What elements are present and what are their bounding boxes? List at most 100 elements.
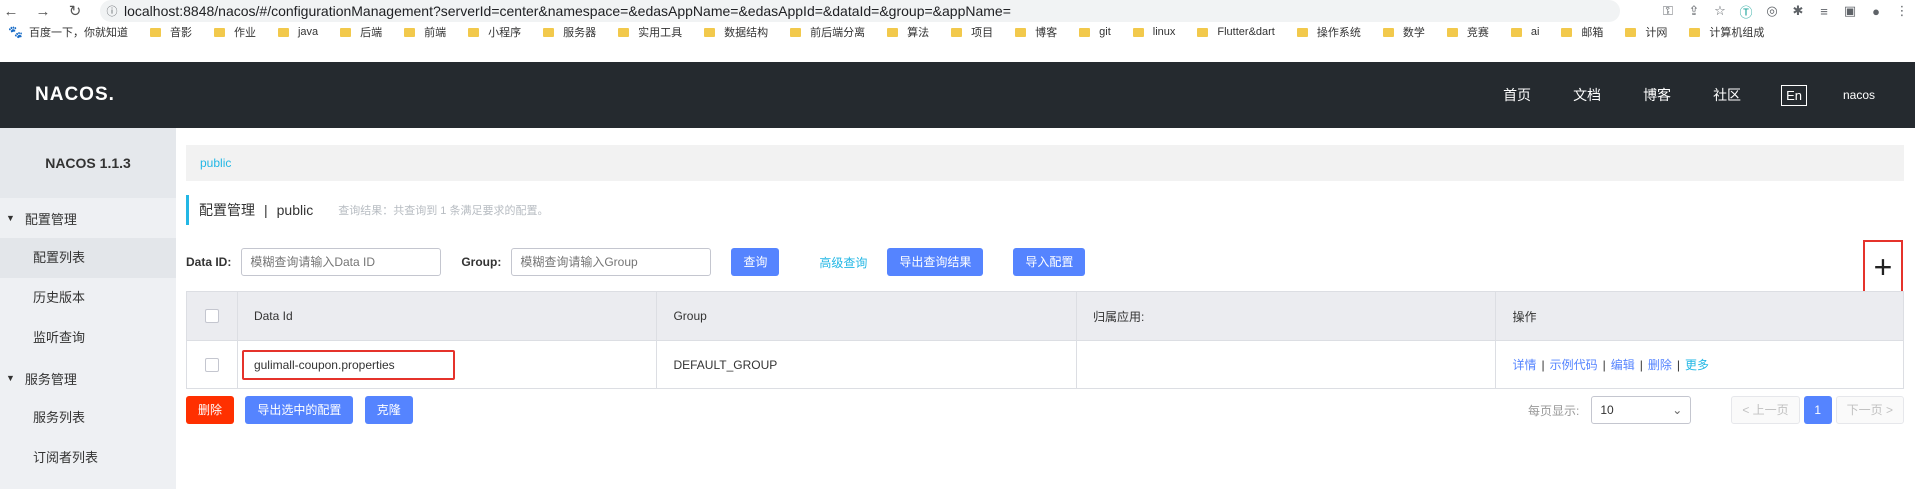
page-number-button[interactable]: 1 — [1803, 396, 1832, 424]
bookmark-item[interactable]: 操作系统 — [1296, 24, 1361, 40]
group-label: Group: — [461, 255, 502, 269]
bookmark-item[interactable]: 数学 — [1382, 24, 1425, 40]
bookmark-item[interactable]: 竞赛 — [1446, 24, 1489, 40]
export-selected-button[interactable]: 导出选中的配置 — [245, 396, 354, 424]
sidebar-item-history[interactable]: 历史版本 — [0, 278, 176, 318]
bookmark-item[interactable]: ai — [1510, 26, 1539, 38]
profile-avatar-icon[interactable]: ● — [1863, 4, 1889, 19]
dataid-input[interactable] — [241, 248, 442, 276]
folder-icon — [1079, 27, 1091, 37]
back-icon[interactable]: ← — [0, 0, 22, 22]
bookmark-item[interactable]: 作业 — [213, 24, 256, 40]
bookmark-label: 计算机组成 — [1709, 27, 1765, 39]
bookmark-item[interactable]: 🐾 百度一下，你就知道 — [0, 24, 128, 40]
select-all-checkbox[interactable] — [204, 309, 219, 323]
bookmark-label: linux — [1152, 26, 1176, 38]
export-results-button[interactable]: 导出查询结果 — [887, 248, 984, 276]
bookmark-label: 操作系统 — [1316, 27, 1361, 39]
bookmark-item[interactable]: Flutter&dart — [1197, 26, 1275, 38]
folder-icon — [1689, 27, 1701, 37]
star-icon[interactable]: ☆ — [1707, 3, 1733, 19]
namespace-tab[interactable]: public — [186, 145, 1904, 181]
op-sample-code-link[interactable]: 示例代码 — [1550, 356, 1598, 373]
bookmark-item[interactable]: 邮箱 — [1561, 24, 1603, 40]
bookmark-item[interactable]: 前后端分离 — [790, 24, 865, 40]
page-title-row: 配置管理 | public 查询结果：共查询到 1 条满足要求的配置。 — [186, 195, 548, 225]
folder-icon — [790, 27, 802, 37]
sidebar-group-service[interactable]: ▼ 服务管理 — [0, 358, 176, 398]
bookmark-item[interactable]: 实用工具 — [618, 24, 682, 40]
folder-icon — [149, 27, 161, 37]
bookmark-item[interactable]: 数据结构 — [704, 24, 768, 40]
app-header: NACOS. 首页 文档 博客 社区 En nacos — [0, 62, 1915, 128]
url-text[interactable]: localhost:8848/nacos/#/configurationMana… — [124, 3, 1011, 19]
prev-page-button[interactable]: < 上一页 — [1731, 396, 1800, 424]
op-separator: | — [1541, 357, 1545, 372]
bookmark-item[interactable]: 博客 — [1015, 24, 1057, 40]
sidebar-icon[interactable]: ▣ — [1837, 3, 1863, 19]
advanced-query-link[interactable]: 高级查询 — [819, 254, 867, 271]
sidebar-item-config-list[interactable]: 配置列表 — [0, 238, 176, 278]
bookmark-item[interactable]: 后端 — [340, 24, 382, 40]
bookmark-item[interactable]: 计网 — [1625, 24, 1667, 40]
table-header: Data Id Group 归属应用: 操作 — [187, 292, 1903, 340]
bookmark-item[interactable]: linux — [1132, 26, 1176, 38]
query-button[interactable]: 查询 — [731, 248, 780, 276]
nav-docs[interactable]: 文档 — [1573, 85, 1601, 105]
bookmark-item[interactable]: git — [1079, 26, 1111, 38]
nav-blog[interactable]: 博客 — [1643, 85, 1671, 105]
bookmark-item[interactable]: 音影 — [149, 24, 192, 40]
op-more-link[interactable]: 更多 — [1685, 356, 1709, 373]
sidebar-item-subscribers[interactable]: 订阅者列表 — [0, 438, 176, 478]
info-icon[interactable]: ⓘ — [100, 3, 124, 19]
bookmark-item[interactable]: 项目 — [951, 24, 993, 40]
bookmark-item[interactable]: 计算机组成 — [1689, 24, 1764, 40]
bookmark-item[interactable]: 算法 — [887, 24, 929, 40]
sidebar-title: NACOS 1.1.3 — [0, 128, 176, 198]
reload-icon[interactable]: ↻ — [64, 0, 86, 22]
sidebar-item-service-list[interactable]: 服务列表 — [0, 398, 176, 438]
puzzle-icon[interactable]: ✱ — [1785, 3, 1811, 19]
row-app-cell — [1075, 341, 1496, 388]
extension-icon[interactable]: ◎ — [1759, 3, 1785, 19]
language-switch[interactable]: En — [1781, 84, 1807, 106]
media-icon[interactable]: ≡ — [1811, 4, 1837, 19]
user-name[interactable]: nacos — [1843, 88, 1875, 102]
nacos-logo[interactable]: NACOS. — [35, 84, 115, 106]
folder-icon — [468, 27, 480, 37]
bookmark-item[interactable]: 小程序 — [468, 24, 521, 40]
folder-icon — [404, 27, 416, 37]
key-icon[interactable]: ⚿ — [1655, 3, 1681, 19]
bookmark-item[interactable]: 前端 — [404, 24, 446, 40]
menu-icon[interactable]: ⋮ — [1889, 3, 1915, 19]
add-config-button[interactable]: + — [1863, 240, 1903, 295]
clone-button[interactable]: 克隆 — [364, 396, 413, 424]
import-config-button[interactable]: 导入配置 — [1013, 248, 1086, 276]
page-size-select[interactable]: 10 ⌄ — [1591, 396, 1692, 424]
bookmark-label: 作业 — [233, 27, 256, 39]
nav-community[interactable]: 社区 — [1713, 85, 1741, 105]
page-title: 配置管理 — [199, 202, 255, 218]
bookmark-label: Flutter&dart — [1217, 26, 1275, 38]
bookmark-item[interactable]: java — [277, 26, 318, 38]
sidebar-group-config[interactable]: ▼ 配置管理 — [0, 198, 176, 238]
op-edit-link[interactable]: 编辑 — [1611, 356, 1635, 373]
folder-icon — [543, 27, 555, 37]
translate-extension-icon[interactable]: Ⓣ — [1733, 2, 1759, 21]
row-checkbox[interactable] — [204, 357, 219, 372]
sidebar-item-listener-query[interactable]: 监听查询 — [0, 318, 176, 358]
delete-button[interactable]: 删除 — [186, 396, 235, 424]
address-bar[interactable]: ⓘ localhost:8848/nacos/#/configurationMa… — [100, 0, 1620, 22]
group-input[interactable] — [511, 248, 712, 276]
op-delete-link[interactable]: 删除 — [1648, 356, 1672, 373]
nav-home[interactable]: 首页 — [1503, 85, 1531, 105]
op-detail-link[interactable]: 详情 — [1512, 356, 1536, 373]
header-data-id: Data Id — [236, 292, 657, 340]
forward-icon[interactable]: → — [32, 0, 54, 22]
folder-icon — [340, 27, 352, 37]
bookmark-label: git — [1099, 26, 1111, 38]
bookmark-item[interactable]: 服务器 — [543, 24, 596, 40]
share-icon[interactable]: ⇪ — [1681, 3, 1707, 19]
next-page-button[interactable]: 下一页 > — [1835, 396, 1904, 424]
caret-down-icon: ▼ — [6, 373, 15, 383]
